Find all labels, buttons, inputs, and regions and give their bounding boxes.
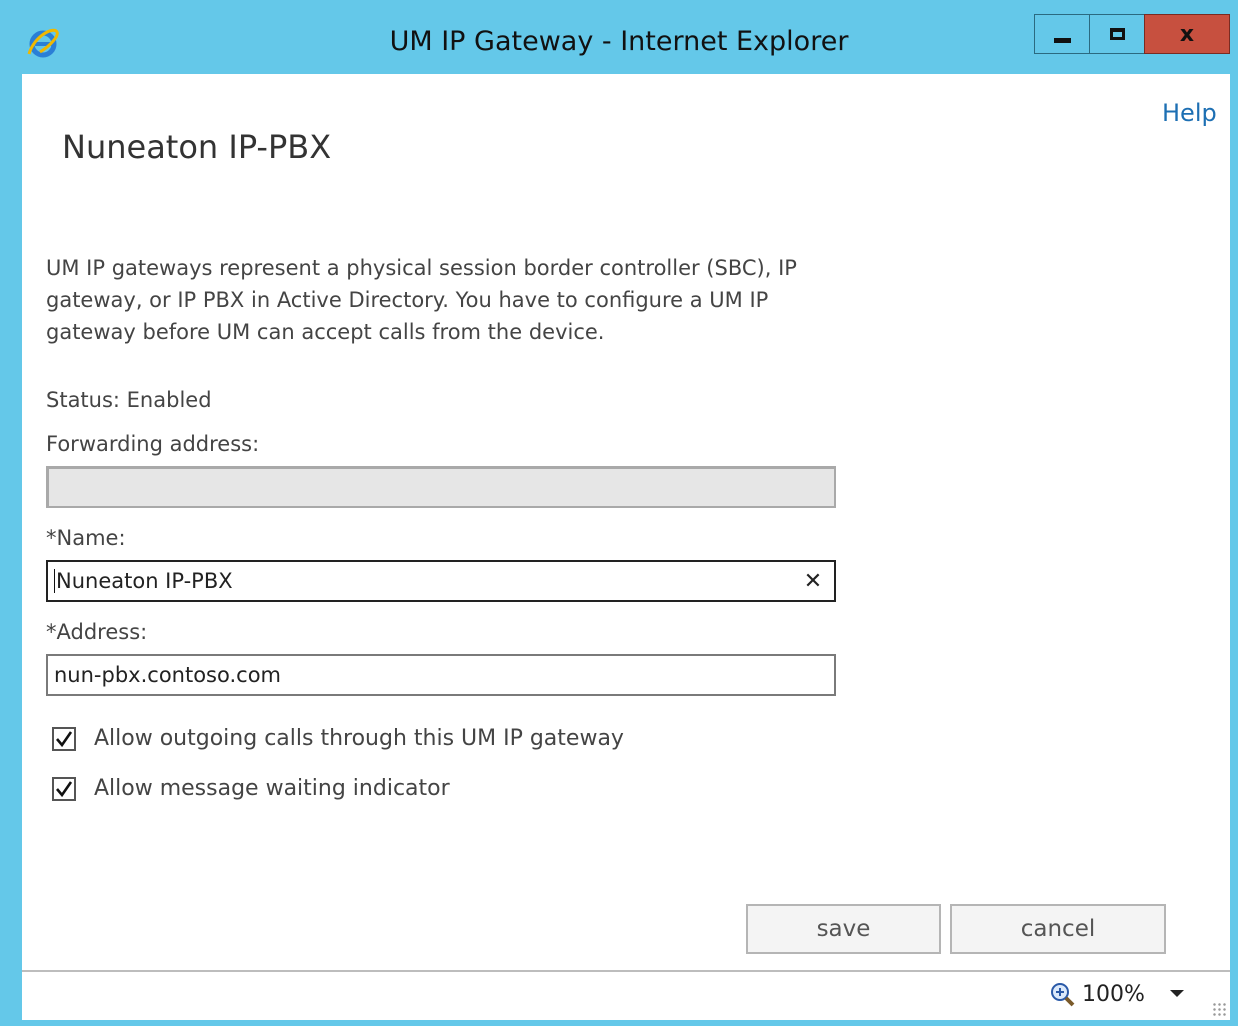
address-input[interactable]: nun-pbx.contoso.com	[46, 654, 836, 696]
dialog-content: Help Nuneaton IP-PBX UM IP gateways repr…	[22, 74, 1230, 970]
zoom-icon[interactable]	[1050, 982, 1076, 1008]
forwarding-address-field	[46, 466, 836, 508]
close-button[interactable]: x	[1144, 14, 1230, 54]
checkmark-icon	[56, 730, 73, 747]
message-waiting-label: Allow message waiting indicator	[94, 776, 450, 801]
checkmark-icon	[56, 780, 73, 797]
outgoing-calls-label: Allow outgoing calls through this UM IP …	[94, 726, 624, 751]
chevron-down-icon[interactable]	[1170, 990, 1184, 997]
outgoing-calls-checkbox[interactable]	[52, 726, 76, 751]
message-waiting-checkbox[interactable]	[52, 776, 76, 801]
minimize-icon	[1053, 37, 1071, 43]
address-value: nun-pbx.contoso.com	[54, 663, 282, 687]
minimize-button[interactable]	[1034, 14, 1090, 54]
status-bar: 100%	[22, 970, 1230, 1020]
name-value: Nuneaton IP-PBX	[56, 569, 233, 593]
address-label: *Address:	[46, 620, 148, 644]
description-text: UM IP gateways represent a physical sess…	[46, 256, 797, 344]
outgoing-calls-option[interactable]: Allow outgoing calls through this UM IP …	[52, 726, 624, 751]
browser-window: UM IP Gateway - Internet Explorer x Help…	[0, 0, 1238, 1026]
forwarding-address-label: Forwarding address:	[46, 432, 260, 456]
save-button[interactable]: save	[746, 904, 941, 954]
resize-grip[interactable]	[1212, 1002, 1226, 1016]
text-caret	[54, 569, 55, 593]
cancel-button[interactable]: cancel	[950, 904, 1166, 954]
status-text: Status: Enabled	[46, 388, 212, 412]
clear-icon[interactable]: ✕	[798, 566, 828, 596]
maximize-button[interactable]	[1089, 14, 1145, 54]
close-icon: x	[1179, 21, 1195, 47]
help-link[interactable]: Help	[1162, 99, 1217, 127]
page-title: Nuneaton IP-PBX	[62, 128, 332, 166]
maximize-icon	[1109, 28, 1125, 40]
window-bottom-border	[0, 1020, 1238, 1026]
message-waiting-option[interactable]: Allow message waiting indicator	[52, 776, 450, 801]
name-input[interactable]: Nuneaton IP-PBX ✕	[46, 560, 836, 602]
title-bar[interactable]: UM IP Gateway - Internet Explorer x	[0, 0, 1238, 74]
zoom-level[interactable]: 100%	[1082, 982, 1145, 1007]
name-label: *Name:	[46, 526, 126, 550]
